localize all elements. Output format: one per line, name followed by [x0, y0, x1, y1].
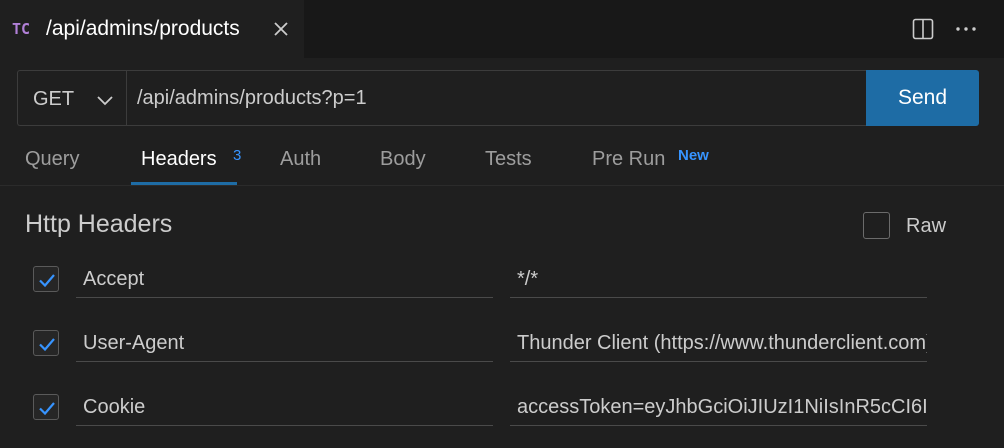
checkmark-icon: [39, 338, 55, 352]
tab-tests[interactable]: Tests: [485, 148, 532, 171]
headers-count-badge: 3: [233, 147, 242, 164]
tab-title: /api/admins/products: [46, 17, 240, 40]
tab-headers[interactable]: Headers: [141, 148, 217, 171]
header-value-field[interactable]: [510, 390, 927, 426]
tab-body[interactable]: Body: [380, 148, 426, 171]
header-value-field[interactable]: [510, 326, 927, 362]
split-editor-icon[interactable]: [912, 18, 934, 40]
tab-auth[interactable]: Auth: [280, 148, 321, 171]
checkmark-icon: [39, 274, 55, 288]
header-enabled-checkbox[interactable]: [33, 266, 59, 292]
method-select[interactable]: GET: [17, 70, 127, 126]
tab-pre-run[interactable]: Pre Run: [592, 148, 665, 171]
header-key-field[interactable]: [76, 326, 493, 362]
header-enabled-checkbox[interactable]: [33, 394, 59, 420]
thunder-client-logo-icon: TC: [12, 20, 31, 38]
editor-tab-bar: TC /api/admins/products: [0, 0, 1004, 58]
header-key-field[interactable]: [76, 262, 493, 298]
send-button[interactable]: Send: [866, 70, 979, 126]
request-tab[interactable]: TC /api/admins/products: [0, 0, 304, 58]
more-actions-icon[interactable]: [954, 18, 978, 40]
url-input[interactable]: [126, 70, 867, 126]
method-label: GET: [33, 88, 75, 110]
header-value-field[interactable]: [510, 262, 927, 298]
tabs-divider: [0, 185, 1004, 186]
checkmark-icon: [39, 402, 55, 416]
close-icon[interactable]: [272, 20, 290, 38]
header-enabled-checkbox[interactable]: [33, 330, 59, 356]
header-key-field[interactable]: [76, 390, 493, 426]
chevron-down-icon: [97, 96, 113, 106]
new-badge: New: [678, 147, 709, 164]
raw-label: Raw: [906, 215, 947, 237]
raw-checkbox[interactable]: [863, 212, 890, 239]
tab-query[interactable]: Query: [25, 148, 79, 171]
section-title: Http Headers: [25, 210, 173, 238]
